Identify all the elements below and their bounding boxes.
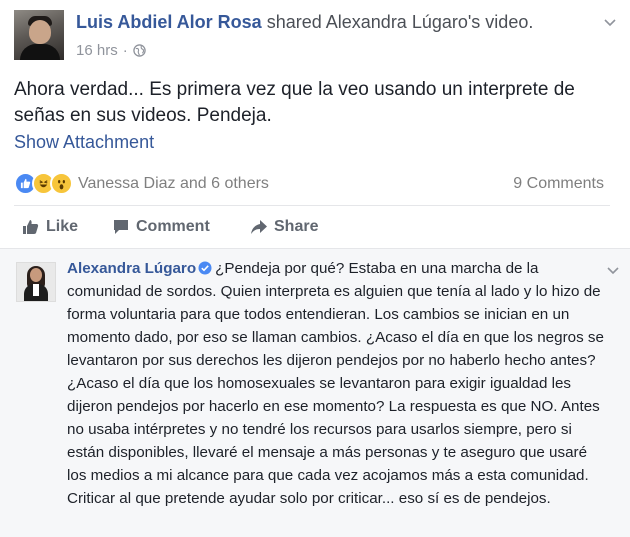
shared-label: shared xyxy=(266,12,322,32)
share-label: Share xyxy=(274,218,319,235)
post-header: Luis Abdiel Alor Rosa shared Alexandra L… xyxy=(76,12,533,33)
time-separator: · xyxy=(122,42,128,59)
show-attachment-link[interactable]: Show Attachment xyxy=(14,132,154,153)
post-author-link[interactable]: Luis Abdiel Alor Rosa xyxy=(76,12,262,32)
verified-badge-icon xyxy=(198,261,212,275)
post-timestamp-row: 16 hrs · xyxy=(76,42,146,59)
thumbs-up-icon xyxy=(23,220,39,234)
reaction-icons[interactable] xyxy=(14,172,73,195)
like-label: Like xyxy=(46,218,79,235)
comment-avatar-shirt xyxy=(33,284,39,296)
comment-body: Alexandra Lúgaro ¿Pendeja por qué? Estab… xyxy=(67,257,607,510)
comments-count[interactable]: 9 Comments xyxy=(513,175,604,193)
share-arrow-icon xyxy=(251,220,267,234)
avatar-head xyxy=(29,20,51,44)
like-button[interactable]: Like xyxy=(22,218,78,236)
post-time[interactable]: 16 hrs xyxy=(76,42,118,59)
reactors-text[interactable]: Vanessa Diaz and 6 others xyxy=(78,175,269,193)
comment-bubble-icon xyxy=(114,220,128,234)
share-button[interactable]: Share xyxy=(250,218,318,236)
avatar-body xyxy=(20,44,60,60)
globe-icon xyxy=(132,44,146,57)
comment-author-avatar[interactable] xyxy=(16,262,56,302)
post-action-bar: Like Comment Share xyxy=(14,214,610,242)
comment-author-link[interactable]: Alexandra Lúgaro xyxy=(67,260,196,277)
comment-label: Comment xyxy=(136,218,210,235)
post-author-avatar[interactable] xyxy=(14,10,64,60)
wow-reaction-icon xyxy=(50,172,73,195)
comment-avatar-head xyxy=(30,268,42,282)
shared-video-link[interactable]: Alexandra Lúgaro's video. xyxy=(326,12,534,32)
comment-text: ¿Pendeja por qué? Estaba en una marcha d… xyxy=(67,260,604,507)
post-body-text: Ahora verdad... Es primera vez que la ve… xyxy=(14,79,575,126)
reactions-summary: Vanessa Diaz and 6 others 9 Comments xyxy=(14,172,610,196)
comment-options-chevron-icon[interactable] xyxy=(606,264,620,278)
post-options-chevron-icon[interactable] xyxy=(603,16,617,30)
comment-button[interactable]: Comment xyxy=(112,218,210,236)
divider xyxy=(14,205,610,206)
